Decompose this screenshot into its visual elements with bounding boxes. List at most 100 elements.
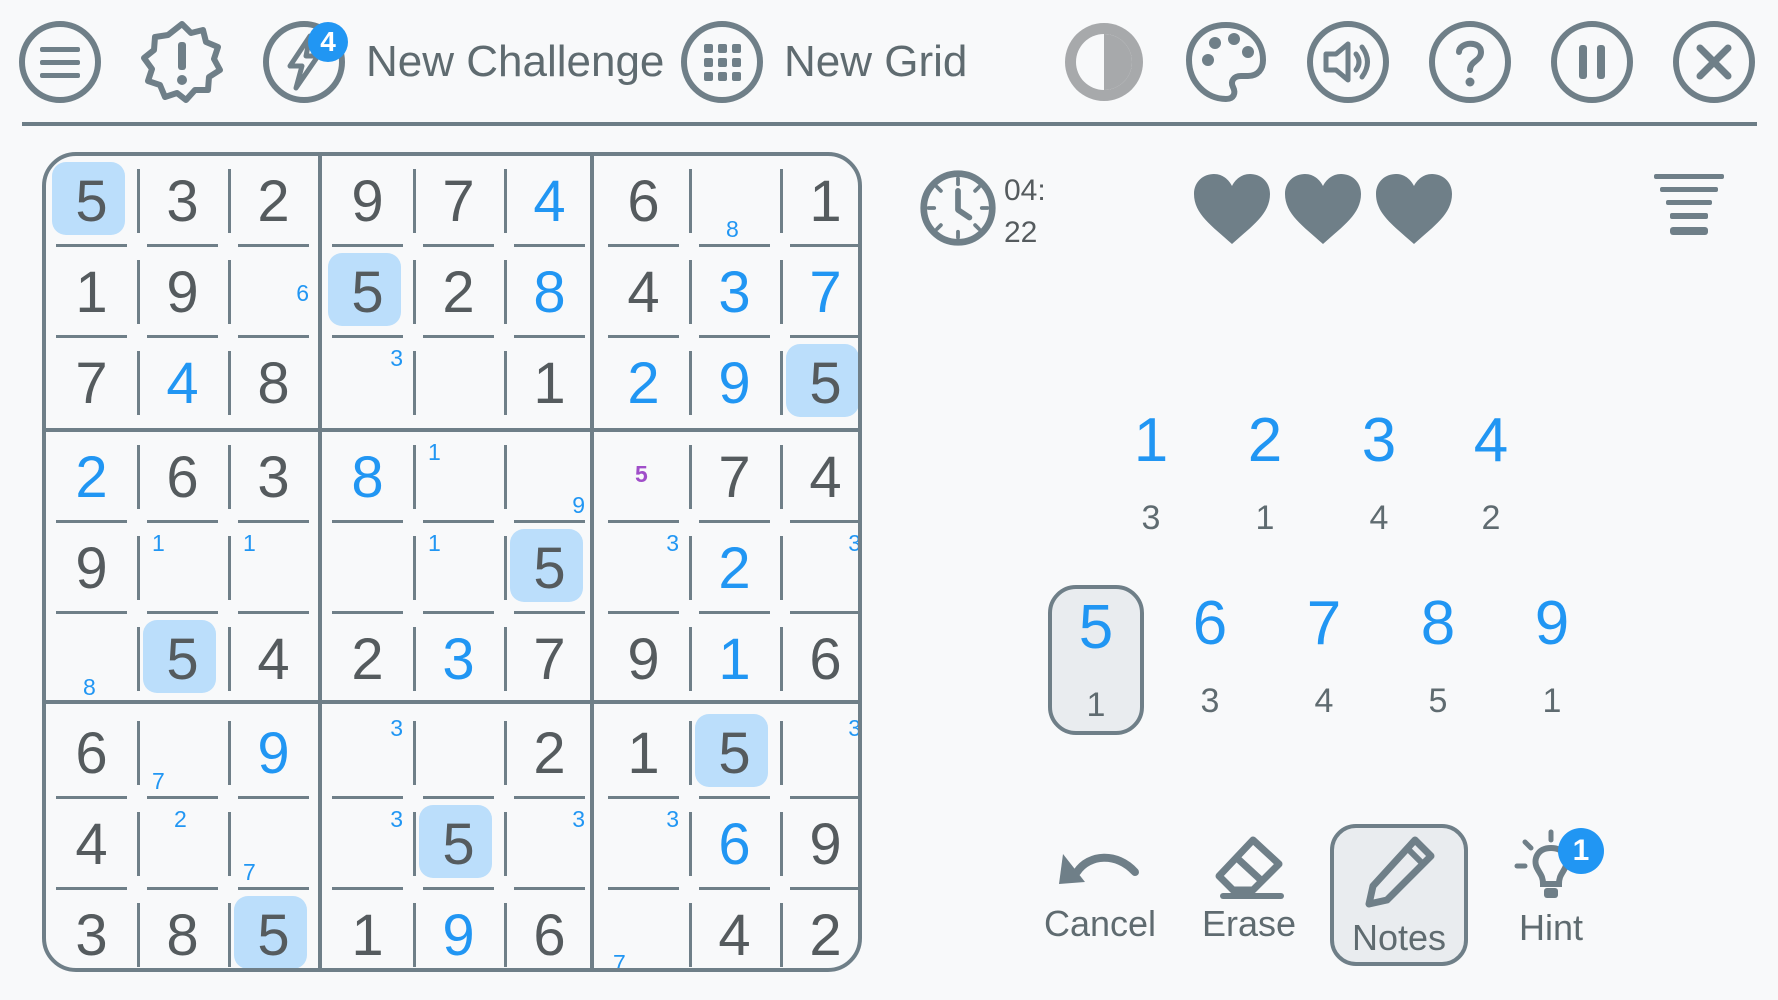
board-cell[interactable]: 3 <box>228 432 319 523</box>
number-key-9[interactable]: 91 <box>1504 585 1600 735</box>
board-cell[interactable]: 9 <box>780 799 858 890</box>
board-cell[interactable]: 2 <box>689 523 780 614</box>
board-cell[interactable]: 3 <box>137 156 228 247</box>
board-cell[interactable]: 1 <box>413 432 504 523</box>
board-cell[interactable]: 2 <box>137 799 228 890</box>
board-cell[interactable]: 1 <box>322 890 413 968</box>
board-cell[interactable]: 2 <box>46 432 137 523</box>
board-cell[interactable]: 1 <box>780 156 858 247</box>
board-cell[interactable]: 5 <box>780 338 858 429</box>
board-cell[interactable]: 4 <box>137 338 228 429</box>
board-cell[interactable]: 4 <box>598 247 689 338</box>
board-cell[interactable]: 2 <box>322 614 413 705</box>
board-cell[interactable]: 4 <box>46 799 137 890</box>
board-cell[interactable]: 8 <box>46 614 137 705</box>
alert-badge-icon[interactable] <box>140 20 224 104</box>
number-key-7[interactable]: 74 <box>1276 585 1372 735</box>
board-cell[interactable] <box>322 523 413 614</box>
board-cell[interactable]: 2 <box>504 708 595 799</box>
number-key-3[interactable]: 34 <box>1331 402 1427 552</box>
board-cell[interactable]: 3 <box>780 708 858 799</box>
board-cell[interactable]: 3 <box>598 799 689 890</box>
board-cell[interactable]: 4 <box>504 156 595 247</box>
cancel-button[interactable]: Cancel <box>1040 822 1160 944</box>
board-cell[interactable]: 4 <box>228 614 319 705</box>
board-cell[interactable]: 6 <box>228 247 319 338</box>
pause-icon[interactable] <box>1550 20 1634 104</box>
board-cell[interactable]: 8 <box>228 338 319 429</box>
board-cell[interactable]: 1 <box>413 523 504 614</box>
board-cell[interactable]: 2 <box>598 338 689 429</box>
board-cell[interactable]: 5 <box>689 708 780 799</box>
close-icon[interactable] <box>1672 20 1756 104</box>
board-cell[interactable] <box>413 338 504 429</box>
grid-icon[interactable] <box>680 20 764 104</box>
board-cell[interactable]: 4 <box>689 890 780 968</box>
number-key-6[interactable]: 63 <box>1162 585 1258 735</box>
board-cell[interactable]: 7 <box>504 614 595 705</box>
number-key-4[interactable]: 42 <box>1443 402 1539 552</box>
board-cell[interactable]: 3 <box>46 890 137 968</box>
board-cell[interactable]: 8 <box>504 247 595 338</box>
menu-icon[interactable] <box>18 20 102 104</box>
board-cell[interactable]: 8 <box>137 890 228 968</box>
board-cell[interactable]: 6 <box>137 432 228 523</box>
board-cell[interactable]: 6 <box>46 708 137 799</box>
board-cell[interactable]: 1 <box>46 247 137 338</box>
board-cell[interactable]: 3 <box>689 247 780 338</box>
board-cell[interactable]: 3 <box>598 523 689 614</box>
board-cell[interactable]: 5 <box>598 432 689 523</box>
board-cell[interactable]: 5 <box>46 156 137 247</box>
board-cell[interactable]: 6 <box>504 890 595 968</box>
board-cell[interactable]: 6 <box>598 156 689 247</box>
board-cell[interactable]: 7 <box>780 247 858 338</box>
board-cell[interactable]: 8 <box>689 156 780 247</box>
new-challenge-button[interactable]: New Challenge <box>366 36 664 88</box>
board-cell[interactable]: 9 <box>504 432 595 523</box>
board-cell[interactable]: 9 <box>46 523 137 614</box>
palette-icon[interactable] <box>1184 20 1268 104</box>
filter-icon[interactable] <box>1652 170 1726 244</box>
board-cell[interactable]: 2 <box>228 156 319 247</box>
board-cell[interactable]: 2 <box>780 890 858 968</box>
board-cell[interactable]: 5 <box>413 799 504 890</box>
board-cell[interactable]: 9 <box>598 614 689 705</box>
board-cell[interactable]: 7 <box>46 338 137 429</box>
erase-button[interactable]: Erase <box>1194 822 1304 944</box>
board-cell[interactable]: 3 <box>504 799 595 890</box>
board-cell[interactable]: 9 <box>137 247 228 338</box>
board-cell[interactable]: 5 <box>322 247 413 338</box>
board-cell[interactable]: 9 <box>322 156 413 247</box>
board-cell[interactable]: 7 <box>137 708 228 799</box>
board-cell[interactable]: 5 <box>504 523 595 614</box>
number-key-5[interactable]: 51 <box>1048 585 1144 735</box>
help-icon[interactable] <box>1428 20 1512 104</box>
board-cell[interactable] <box>413 708 504 799</box>
board-cell[interactable]: 7 <box>413 156 504 247</box>
board-cell[interactable]: 6 <box>780 614 858 705</box>
board-cell[interactable]: 3 <box>322 708 413 799</box>
board-cell[interactable]: 1 <box>228 523 319 614</box>
new-challenge-icon[interactable]: 4 <box>262 20 348 104</box>
board-cell[interactable]: 2 <box>413 247 504 338</box>
sound-icon[interactable] <box>1306 20 1390 104</box>
board-cell[interactable]: 1 <box>598 708 689 799</box>
board-cell[interactable]: 7 <box>689 432 780 523</box>
board-cell[interactable]: 1 <box>504 338 595 429</box>
contrast-icon[interactable] <box>1062 20 1146 104</box>
board-cell[interactable]: 1 <box>137 523 228 614</box>
notes-button[interactable]: Notes <box>1330 824 1468 966</box>
board-cell[interactable]: 6 <box>689 799 780 890</box>
board-cell[interactable]: 7 <box>598 890 689 968</box>
new-grid-button[interactable]: New Grid <box>784 36 967 88</box>
number-key-2[interactable]: 21 <box>1217 402 1313 552</box>
number-key-8[interactable]: 85 <box>1390 585 1486 735</box>
board-cell[interactable]: 3 <box>413 614 504 705</box>
board-cell[interactable]: 1 <box>689 614 780 705</box>
board-cell[interactable]: 9 <box>689 338 780 429</box>
board-cell[interactable]: 7 <box>228 799 319 890</box>
board-cell[interactable]: 8 <box>322 432 413 523</box>
board-cell[interactable]: 9 <box>413 890 504 968</box>
board-cell[interactable]: 3 <box>322 799 413 890</box>
board-cell[interactable]: 9 <box>228 708 319 799</box>
